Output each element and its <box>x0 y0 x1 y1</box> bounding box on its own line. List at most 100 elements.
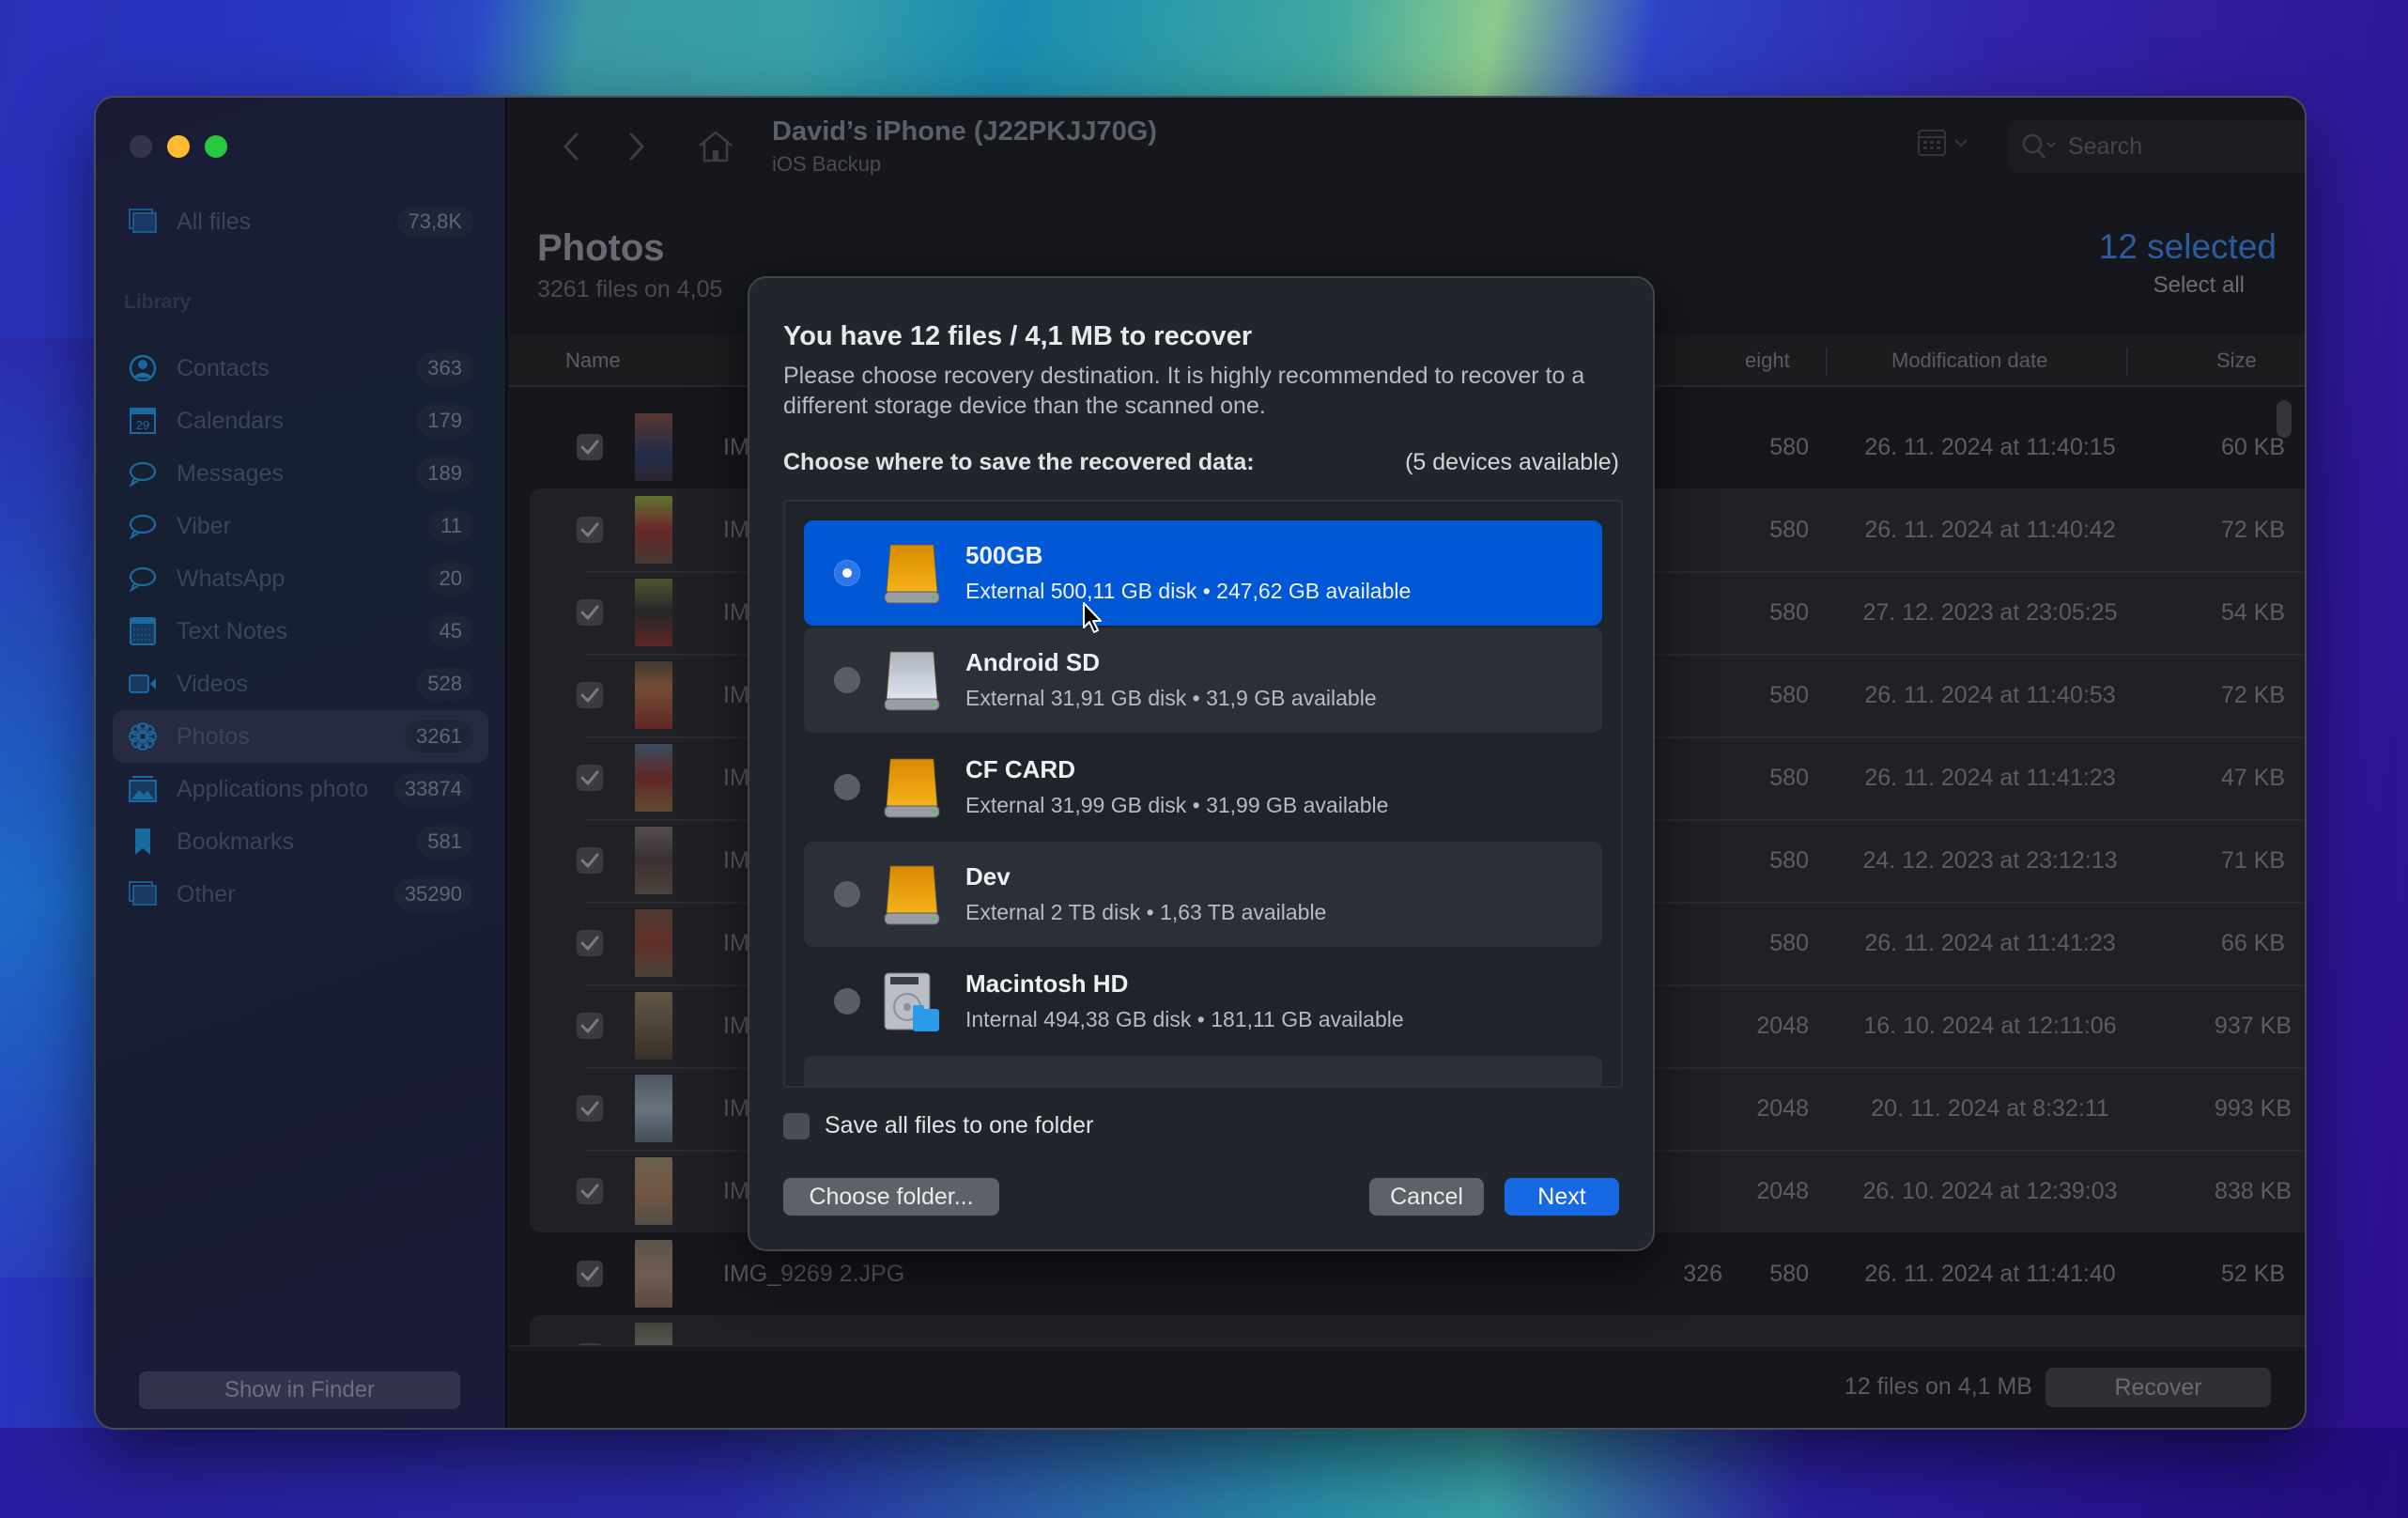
photo-thumbnail <box>635 661 672 729</box>
sidebar-item-applications-photo[interactable]: Applications photo 33874 <box>113 763 488 815</box>
checkmark-icon <box>580 1266 599 1281</box>
notes-icon <box>128 616 158 646</box>
sidebar-item-count: 3261 <box>405 720 473 752</box>
file-height: 2048 <box>1756 1178 1809 1204</box>
search-field[interactable] <box>2008 120 2305 173</box>
photo-thumbnail <box>635 909 672 977</box>
device-radio[interactable] <box>834 881 860 907</box>
file-size: 937 KB <box>2214 1013 2292 1039</box>
device-option-cf-card[interactable]: CF CARD External 31,99 GB disk • 31,99 GB… <box>804 735 1602 840</box>
sidebar-item-photos[interactable]: Photos 3261 <box>113 710 488 763</box>
home-button[interactable] <box>695 126 736 167</box>
external-disk-icon <box>884 544 940 604</box>
minimize-window-button[interactable] <box>167 135 190 158</box>
device-option-macintosh-hd[interactable]: Macintosh HD Internal 494,38 GB disk • 18… <box>804 949 1602 1054</box>
checkmark-icon <box>580 440 599 455</box>
device-option-dev[interactable]: Dev External 2 TB disk • 1,63 TB availabl… <box>804 842 1602 947</box>
sidebar-item-count: 11 <box>428 510 473 542</box>
file-modification-date: 26. 11. 2024 at 11:41:23 <box>1864 765 2116 791</box>
row-checkbox[interactable] <box>577 1013 603 1039</box>
selected-count: 12 selected <box>2098 227 2277 266</box>
sidebar-item-messages[interactable]: Messages 189 <box>113 447 488 500</box>
forward-button[interactable] <box>618 126 656 167</box>
device-radio[interactable] <box>834 988 860 1015</box>
recovery-destination-dialog: You have 12 files / 4,1 MB to recover Pl… <box>748 276 1655 1251</box>
file-modification-date: 26. 10. 2024 at 12:39:03 <box>1862 1178 2118 1204</box>
dialog-description: Please choose recovery destination. It i… <box>783 363 1585 419</box>
photo-thumbnail <box>635 1075 672 1142</box>
sidebar-item-label: Calendars <box>177 407 284 434</box>
device-option-500gb[interactable]: 500GB External 500,11 GB disk • 247,62 GB… <box>804 520 1602 626</box>
sidebar-item-videos[interactable]: Videos 528 <box>113 658 488 710</box>
sidebar-item-count: 189 <box>416 457 473 489</box>
next-button[interactable]: Next <box>1505 1178 1619 1216</box>
sidebar-item-label: Bookmarks <box>177 828 295 855</box>
wallpaper-bottom <box>0 1428 2408 1518</box>
sidebar-item-label: Viber <box>177 512 231 539</box>
row-checkbox[interactable] <box>577 847 603 874</box>
sidebar-item-count: 20 <box>427 563 473 595</box>
photo-thumbnail <box>635 744 672 812</box>
photo-thumbnail <box>635 1240 672 1308</box>
recover-button[interactable]: Recover <box>2045 1368 2271 1407</box>
sidebar-item-viber[interactable]: Viber 11 <box>113 500 488 552</box>
checkmark-icon <box>580 853 599 868</box>
disk-icon <box>883 543 941 605</box>
back-button[interactable] <box>552 126 590 167</box>
message-bubble-icon <box>128 458 158 488</box>
column-separator[interactable] <box>1826 348 1828 376</box>
row-checkbox[interactable] <box>577 599 603 626</box>
sidebar-item-whatsapp[interactable]: WhatsApp 20 <box>113 552 488 605</box>
bookmark-icon <box>128 827 158 857</box>
file-height: 580 <box>1769 847 1809 874</box>
choose-folder-button[interactable]: Choose folder... <box>783 1178 999 1216</box>
show-in-finder-button[interactable]: Show in Finder <box>139 1371 460 1409</box>
file-size: 66 KB <box>2220 930 2286 956</box>
sidebar-item-all-files[interactable]: All files 73,8K <box>113 195 488 248</box>
library-section-label: Library <box>124 291 192 313</box>
column-header-name[interactable]: Name <box>565 334 621 387</box>
sidebar-item-contacts[interactable]: Contacts 363 <box>113 342 488 395</box>
row-checkbox[interactable] <box>577 517 603 543</box>
photo-thumbnail <box>635 413 672 481</box>
sidebar-item-text-notes[interactable]: Text Notes 45 <box>113 605 488 658</box>
contacts-icon <box>128 353 158 383</box>
device-name: Android SD <box>965 648 1100 676</box>
row-checkbox[interactable] <box>577 1178 603 1204</box>
sidebar-item-calendars[interactable]: 29 Calendars 179 <box>113 395 488 447</box>
file-size: 72 KB <box>2220 682 2286 708</box>
disk-icon <box>883 757 941 819</box>
photos-flower-icon <box>128 721 158 751</box>
sidebar-item-count: 179 <box>416 405 473 437</box>
row-checkbox[interactable] <box>577 1095 603 1122</box>
device-radio[interactable] <box>834 667 860 693</box>
sidebar-item-other[interactable]: Other 35290 <box>113 868 488 921</box>
column-header-size[interactable]: Size <box>2216 334 2257 387</box>
row-checkbox[interactable] <box>577 765 603 791</box>
home-icon <box>699 131 733 163</box>
save-to-one-folder-checkbox[interactable]: Save all files to one folder <box>783 1112 1093 1139</box>
row-checkbox[interactable] <box>577 1261 603 1287</box>
table-scrollbar[interactable] <box>2277 400 2292 438</box>
column-header-modification-date[interactable]: Modification date <box>1891 334 2047 387</box>
device-radio[interactable] <box>834 774 860 800</box>
device-option-android-sd[interactable]: Android SD External 31,91 GB disk • 31,9 … <box>804 627 1602 733</box>
search-input[interactable] <box>2068 132 2305 161</box>
view-mode-dropdown[interactable] <box>1918 130 1968 156</box>
row-checkbox[interactable] <box>577 682 603 708</box>
device-radio[interactable] <box>834 560 860 586</box>
sidebar-item-bookmarks[interactable]: Bookmarks 581 <box>113 815 488 868</box>
column-separator[interactable] <box>2126 348 2128 376</box>
row-checkbox[interactable] <box>577 930 603 956</box>
file-modification-date: 24. 12. 2023 at 23:12:13 <box>1862 847 2118 874</box>
row-checkbox[interactable] <box>577 434 603 460</box>
device-title: David’s iPhone (J22PKJJ70G) <box>772 116 1157 147</box>
select-all-link[interactable]: Select all <box>2153 272 2245 299</box>
file-height: 580 <box>1769 930 1809 956</box>
cancel-button[interactable]: Cancel <box>1369 1178 1484 1216</box>
checkbox[interactable] <box>783 1112 810 1139</box>
column-header-height[interactable]: eight <box>1745 334 1790 387</box>
device-info: External 500,11 GB disk • 247,62 GB avai… <box>965 579 1412 603</box>
close-window-button[interactable] <box>130 135 152 158</box>
maximize-window-button[interactable] <box>205 135 227 158</box>
